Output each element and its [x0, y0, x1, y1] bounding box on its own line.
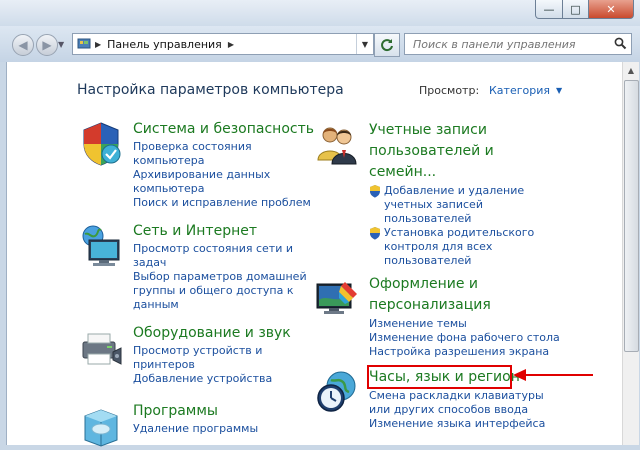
breadcrumb-control-panel[interactable]: Панель управления	[107, 38, 222, 51]
link-parental-controls[interactable]: Установка родительского контроля для все…	[369, 226, 534, 268]
address-dropdown-icon[interactable]: ▼	[356, 34, 373, 54]
category-links: Проверка состояния компьютера Архивирова…	[133, 140, 311, 210]
category-title[interactable]: Система и безопасность	[133, 120, 314, 138]
link-change-display-language[interactable]: Изменение языка интерфейса	[369, 417, 545, 431]
link-check-status[interactable]: Проверка состояния	[133, 140, 311, 154]
monitor-palette-icon	[316, 282, 357, 314]
address-bar[interactable]: ▶ Панель управления ▶ ▼	[72, 33, 374, 55]
network-globe-icon	[82, 225, 120, 266]
title-bar: — □ ✕	[0, 0, 640, 26]
view-by-dropdown[interactable]: Категория ▼	[489, 84, 562, 97]
link-network-status[interactable]: задач	[133, 256, 307, 270]
category-title[interactable]: Программы	[133, 402, 218, 420]
shield-icon	[83, 122, 121, 166]
category-links: Изменение темы Изменение фона рабочего с…	[369, 317, 560, 359]
link-check-status[interactable]: компьютера	[133, 154, 311, 168]
view-by-value: Категория	[489, 84, 550, 97]
scroll-up-icon[interactable]: ▲	[623, 62, 639, 78]
link-backup[interactable]: Архивирование данных	[133, 168, 311, 182]
category-title[interactable]: Оформление и персонализация	[369, 274, 491, 316]
link-screen-resolution[interactable]: Настройка разрешения экрана	[369, 345, 560, 359]
link-troubleshoot[interactable]: Поиск и исправление проблем	[133, 196, 311, 210]
page-title: Настройка параметров компьютера	[77, 82, 344, 98]
control-panel-icon	[77, 38, 91, 49]
view-by-label: Просмотр:	[419, 84, 480, 97]
search-box[interactable]	[404, 33, 632, 55]
category-links: Смена раскладки клавиатуры или других сп…	[369, 389, 545, 431]
link-change-background[interactable]: Изменение фона рабочего стола	[369, 331, 560, 345]
back-arrow-icon: ◀	[18, 38, 28, 52]
category-title[interactable]: Учетные записи пользователей и семейн...	[369, 120, 494, 183]
link-homegroup[interactable]: группы и общего доступа к	[133, 284, 307, 298]
link-network-status[interactable]: Просмотр состояния сети и	[133, 242, 307, 256]
category-links: Просмотр устройств и принтеров Добавлени…	[133, 344, 272, 386]
link-add-remove-accounts[interactable]: Добавление и удаление учетных записей по…	[369, 184, 534, 226]
link-view-devices[interactable]: Просмотр устройств и	[133, 344, 272, 358]
link-uninstall-program[interactable]: Удаление программы	[133, 422, 258, 436]
forward-arrow-icon: ▶	[42, 38, 52, 52]
link-change-keyboard[interactable]: или других способов ввода	[369, 403, 545, 417]
navigation-bar: ◀ ▶ ▼ ▶ Панель управления ▶ ▼	[0, 26, 640, 62]
window-controls: — □ ✕	[535, 0, 634, 19]
history-dropdown-icon[interactable]: ▼	[58, 40, 64, 49]
search-input[interactable]	[411, 36, 605, 52]
back-button[interactable]: ◀	[12, 34, 34, 56]
clock-globe-icon	[317, 371, 356, 412]
link-homegroup[interactable]: данным	[133, 298, 307, 312]
refresh-button[interactable]	[374, 33, 400, 57]
vertical-scrollbar[interactable]: ▲	[622, 62, 639, 445]
refresh-icon	[381, 39, 393, 52]
users-icon	[317, 127, 357, 165]
category-title[interactable]: Сеть и Интернет	[133, 222, 257, 240]
category-links: Добавление и удаление учетных записей по…	[369, 184, 534, 268]
printer-icon	[82, 333, 122, 365]
category-title[interactable]: Оборудование и звук	[133, 324, 291, 342]
scroll-thumb[interactable]	[624, 80, 639, 352]
link-backup[interactable]: компьютера	[133, 182, 311, 196]
chevron-down-icon: ▼	[555, 86, 563, 95]
link-add-device[interactable]: Добавление устройства	[133, 372, 272, 386]
breadcrumb-separator-icon[interactable]: ▶	[228, 40, 234, 49]
breadcrumb-separator-icon[interactable]: ▶	[95, 40, 101, 49]
category-links: Просмотр состояния сети и задач Выбор па…	[133, 242, 307, 312]
minimize-button[interactable]: —	[535, 0, 563, 19]
maximize-button[interactable]: □	[563, 0, 589, 19]
search-icon[interactable]	[614, 37, 627, 50]
link-change-theme[interactable]: Изменение темы	[369, 317, 560, 331]
uac-shield-icon	[370, 227, 380, 240]
close-button[interactable]: ✕	[589, 0, 634, 19]
link-homegroup[interactable]: Выбор параметров домашней	[133, 270, 307, 284]
link-change-keyboard[interactable]: Смена раскладки клавиатуры	[369, 389, 545, 403]
link-view-devices[interactable]: принтеров	[133, 358, 272, 372]
red-arrow-icon	[513, 369, 593, 381]
content-pane: Настройка параметров компьютера Просмотр…	[6, 62, 639, 447]
programs-box-icon	[84, 409, 118, 447]
uac-shield-icon	[370, 185, 380, 198]
forward-button[interactable]: ▶	[36, 34, 58, 56]
highlight-box	[367, 365, 512, 389]
category-links: Удаление программы	[133, 422, 258, 436]
